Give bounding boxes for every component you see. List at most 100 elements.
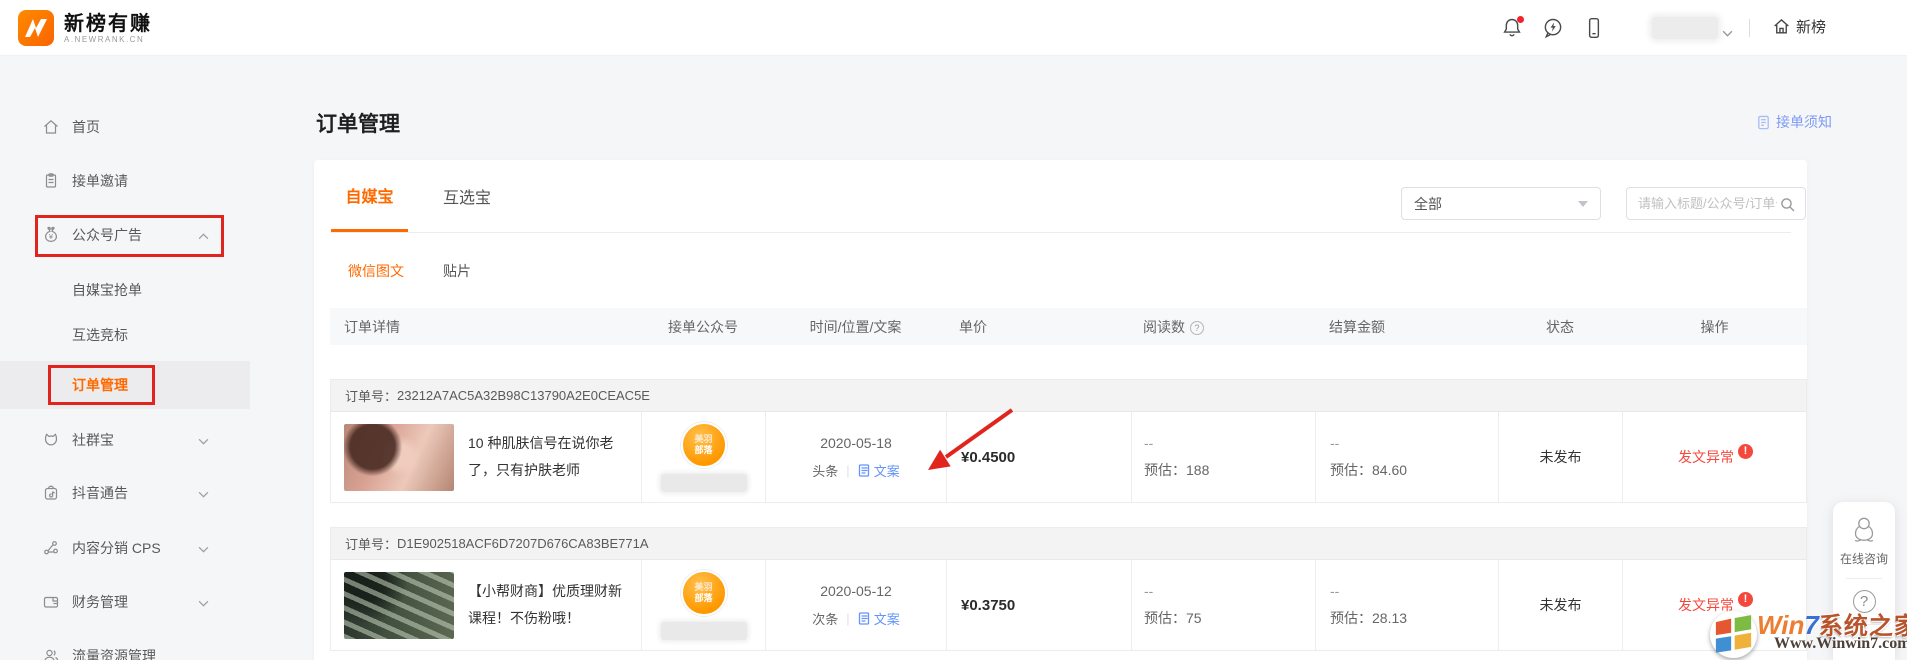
col-reads: 阅读数? (1131, 317, 1315, 337)
order-number-bar: 订单号：23212A7AC5A32B98C13790A2E0CEAC5E (331, 380, 1806, 412)
position-label: 次条 (812, 609, 838, 628)
action-publish-error[interactable]: 发文异常! (1623, 412, 1808, 502)
order-date: 2020-05-12 (820, 583, 892, 599)
cat-icon (42, 431, 60, 449)
order-management-card: 自媒宝 互选宝 全部 微信图文 贴片 订单详情 接单公众号 时间/位置/文案 单… (314, 160, 1807, 660)
error-badge-icon: ! (1738, 444, 1753, 459)
col-account: 接单公众号 (641, 317, 765, 337)
chevron-up-icon (198, 227, 209, 243)
sidebar-item-cps[interactable]: 内容分销 CPS (0, 526, 250, 570)
qq-penguin-icon (1850, 515, 1878, 545)
article-thumbnail (344, 572, 454, 639)
sidebar-item-shequnbao[interactable]: 社群宝 (0, 418, 250, 462)
sidebar-item-order-management[interactable]: 订单管理 (0, 361, 250, 409)
article-thumbnail (344, 424, 454, 491)
widget-divider (1846, 578, 1882, 579)
order-notice-link[interactable]: 接单须知 (1756, 112, 1832, 132)
portal-link[interactable]: 新榜 (1772, 16, 1826, 37)
sidebar-item-douyin-notice[interactable]: 抖音通告 (0, 471, 250, 515)
brand-name: 新榜有赚 (64, 13, 152, 35)
position-label: 头条 (812, 461, 838, 480)
portal-label: 新榜 (1796, 16, 1826, 37)
status-filter-dropdown[interactable]: 全部 (1401, 187, 1601, 220)
sidebar-item-finance[interactable]: 财务管理 (0, 580, 250, 624)
username-redacted[interactable] (1652, 17, 1718, 39)
copy-link[interactable]: 文案 (858, 609, 900, 628)
search-input[interactable] (1627, 188, 1777, 219)
subtab-wechat-article[interactable]: 微信图文 (348, 261, 404, 281)
mobile-app-icon[interactable] (1582, 16, 1606, 40)
search-box (1626, 187, 1806, 220)
document-icon (1756, 115, 1771, 130)
reads-estimate: 预估：75 (1144, 608, 1315, 628)
table-row: 10 种肌肤信号在说你老了，只有护肤老师 美羽部落 2020-05-18 头条 … (331, 412, 1806, 502)
col-status: 状态 (1498, 317, 1622, 337)
col-action: 操作 (1622, 317, 1807, 337)
sidebar: 首页 接单邀请 ¥ 公众号广告 自媒宝抢单 互选竞标 (0, 56, 250, 660)
unit-price: ¥0.3750 (947, 560, 1132, 650)
sidebar-item-traffic-resources[interactable]: 流量资源管理 (0, 634, 250, 660)
tab-zimeibao[interactable]: 自媒宝 (331, 160, 408, 232)
users-icon (42, 647, 60, 660)
topbar-divider (1749, 19, 1750, 37)
brand-domain: A.NEWRANK.CN (64, 35, 152, 44)
document-icon (858, 612, 870, 625)
status-label: 未发布 (1499, 560, 1623, 650)
amount-value: -- (1330, 583, 1498, 599)
app-screen: 新榜有赚 A.NEWRANK.CN (0, 0, 1907, 660)
col-order-detail: 订单详情 (330, 317, 641, 337)
sidebar-item-order-invite[interactable]: 接单邀请 (0, 159, 250, 203)
order-number: D1E902518ACF6D7207D676CA83BE771A (397, 536, 649, 551)
music-note-bag-icon (42, 484, 60, 502)
col-unit-price: 单价 (946, 317, 1131, 337)
amount-estimate: 预估：28.13 (1330, 608, 1498, 628)
windows-flag-icon (1710, 611, 1757, 658)
sidebar-item-hx-bid[interactable]: 互选竞标 (0, 313, 250, 357)
col-time-pos-copy: 时间/位置/文案 (765, 317, 946, 337)
chevron-down-icon (198, 485, 209, 501)
amount-estimate: 预估：84.60 (1330, 460, 1498, 480)
sidebar-item-zmb-grab[interactable]: 自媒宝抢单 (0, 268, 250, 312)
newrank-logo-icon (18, 10, 54, 46)
order-date: 2020-05-18 (820, 435, 892, 451)
sidebar-item-gzh-ads[interactable]: ¥ 公众号广告 (0, 213, 250, 257)
article-title: 10 种肌肤信号在说你老了，只有护肤老师 (468, 430, 631, 484)
subtab-tiepian[interactable]: 贴片 (443, 261, 471, 281)
account-avatar: 美羽部落 (681, 422, 727, 468)
reads-value: -- (1144, 435, 1315, 451)
unit-price: ¥0.4500 (947, 412, 1132, 502)
order-group: 订单号：D1E902518ACF6D7207D676CA83BE771A 【小帮… (330, 527, 1807, 651)
table-row: 【小帮财商】优质理财新课程！不伤粉哦！ 美羽部落 2020-05-12 次条 | (331, 560, 1806, 650)
win7-watermark: Win7系统之家 Www.Winwin7.com (1686, 588, 1907, 660)
article-title: 【小帮财商】优质理财新课程！不伤粉哦！ (468, 578, 631, 632)
chevron-down-icon (198, 540, 209, 556)
chevron-down-icon (198, 432, 209, 448)
online-consult-button[interactable]: 在线咨询 (1840, 550, 1888, 567)
secondary-tabs: 微信图文 贴片 (330, 233, 1791, 308)
home-icon (42, 118, 60, 136)
status-label: 未发布 (1499, 412, 1623, 502)
tab-huxuanbao[interactable]: 互选宝 (443, 160, 491, 232)
account-avatar: 美羽部落 (681, 570, 727, 616)
help-tip-icon[interactable]: ? (1190, 321, 1204, 335)
page-title: 订单管理 (316, 108, 400, 138)
share-nodes-icon (42, 539, 60, 557)
svg-text:¥: ¥ (49, 232, 54, 241)
brand-logo[interactable]: 新榜有赚 A.NEWRANK.CN (18, 10, 152, 46)
messages-icon[interactable] (1541, 16, 1565, 40)
money-bag-icon: ¥ (42, 226, 60, 244)
table-header-row: 订单详情 接单公众号 时间/位置/文案 单价 阅读数? 结算金额 状态 操作 (330, 308, 1807, 345)
sidebar-item-home[interactable]: 首页 (0, 105, 250, 149)
caret-down-icon (1578, 201, 1588, 207)
notification-bell-icon[interactable] (1500, 16, 1524, 40)
chevron-down-icon[interactable] (1722, 24, 1733, 42)
primary-tabs: 自媒宝 互选宝 全部 (330, 160, 1791, 233)
search-icon[interactable] (1779, 196, 1796, 213)
copy-link[interactable]: 文案 (858, 461, 900, 480)
account-name-redacted (661, 474, 747, 492)
chevron-down-icon (198, 594, 209, 610)
watermark-url: Www.Winwin7.com (1774, 635, 1907, 653)
notification-dot (1517, 16, 1524, 23)
reads-estimate: 预估：188 (1144, 460, 1315, 480)
document-icon (858, 464, 870, 477)
